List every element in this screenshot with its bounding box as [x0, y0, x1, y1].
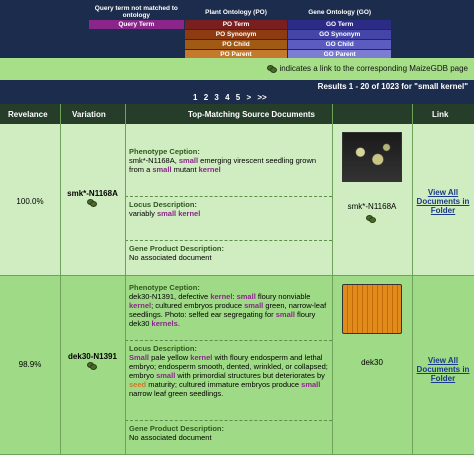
- maizegdb-link-icon[interactable]: [366, 215, 376, 223]
- legend-header-po: Plant Ontology (PO): [183, 4, 289, 20]
- phenotype-title: Phenotype Ception:: [129, 283, 200, 292]
- legend-go-term: GO Term: [287, 19, 392, 30]
- col-header-relevance: Revelance: [8, 110, 48, 119]
- thumbnail-cell: dek30: [332, 284, 412, 367]
- maizegdb-link-icon[interactable]: [86, 362, 97, 370]
- col-header-link: Link: [432, 110, 449, 119]
- legend-header-query: Query term not matched to ontology: [88, 4, 185, 20]
- relevance-value: 98.9%: [18, 360, 42, 369]
- page-2[interactable]: 2: [204, 93, 208, 102]
- col-header-variation: Variation: [72, 110, 106, 119]
- variation-label: smk*-N1168A: [67, 189, 118, 198]
- gene-product-title: Gene Product Description:: [129, 244, 225, 253]
- column-divider: [60, 104, 61, 455]
- variation-label: dek30-N1391: [68, 352, 117, 361]
- legend-table: Query term not matched to ontology Plant…: [88, 4, 392, 60]
- legend-po-synonym: PO Synonym: [183, 29, 289, 40]
- view-all-documents-link[interactable]: View All Documents in Folder: [412, 356, 474, 383]
- legend-go-child: GO Child: [287, 39, 392, 50]
- page-4[interactable]: 4: [225, 93, 229, 102]
- results-table-header: Revelance Variation Top-Matching Source …: [0, 104, 474, 124]
- maizegdb-link-icon[interactable]: [86, 199, 97, 207]
- column-divider: [332, 104, 333, 455]
- locus-title: Locus Description:: [129, 344, 197, 353]
- corn-ear-photo[interactable]: [342, 284, 402, 334]
- link-cell: View All Documents in Folder: [412, 356, 474, 383]
- source-documents: Phenotype Ception: dek30-N1391, defectiv…: [125, 276, 332, 455]
- view-all-documents-link[interactable]: View All Documents in Folder: [412, 188, 474, 215]
- legend-query-term: Query Term: [88, 19, 185, 30]
- legend-po-child: PO Child: [183, 39, 289, 50]
- source-documents: Phenotype Ception: smk*-N1168A, small em…: [125, 124, 332, 276]
- thumbnail-cell: smk*-N1168A: [332, 132, 412, 223]
- seedling-photo[interactable]: [342, 132, 402, 182]
- gene-product-section: Gene Product Description: No associated …: [125, 420, 332, 455]
- legend-go-synonym: GO Synonym: [287, 29, 392, 40]
- phenotype-title: Phenotype Ception:: [129, 147, 200, 156]
- variation-name: smk*-N1168A: [60, 189, 125, 207]
- gene-product-text: No associated document: [129, 253, 212, 262]
- phenotype-section: Phenotype Ception: dek30-N1391, defectiv…: [125, 280, 332, 338]
- gene-product-section: Gene Product Description: No associated …: [125, 240, 332, 276]
- results-bar: Results 1 - 20 of 1023 for "small kernel…: [0, 80, 474, 104]
- link-cell: View All Documents in Folder: [412, 188, 474, 215]
- page-5[interactable]: 5: [236, 93, 240, 102]
- legend-empty-cell: [88, 29, 185, 40]
- legend-empty-cell: [88, 39, 185, 50]
- column-divider: [412, 104, 413, 455]
- maizegdb-link-icon: [267, 65, 278, 73]
- variation-name: dek30-N1391: [60, 352, 125, 370]
- legend-po-term: PO Term: [183, 19, 289, 30]
- locus-title: Locus Description:: [129, 200, 197, 209]
- locus-section: Locus Description: variably small kernel: [125, 196, 332, 240]
- col-header-documents: Top-Matching Source Documents: [188, 110, 315, 119]
- phenotype-section: Phenotype Ception: smk*-N1168A, small em…: [125, 144, 332, 192]
- page-next[interactable]: >: [246, 93, 251, 102]
- relevance-value: 100.0%: [16, 197, 44, 206]
- info-text: indicates a link to the corresponding Ma…: [279, 64, 468, 73]
- thumbnail-label: smk*-N1168A: [347, 202, 397, 211]
- locus-text: Small pale yellow kernel with floury end…: [129, 353, 328, 398]
- page-3[interactable]: 3: [214, 93, 218, 102]
- results-count: Results 1 - 20 of 1023 for "small kernel…: [317, 82, 468, 91]
- table-row: 98.9% dek30-N1391 Phenotype Ception: dek…: [0, 276, 474, 455]
- legend-header-go: Gene Ontology (GO): [287, 4, 392, 20]
- table-row: 100.0% smk*-N1168A Phenotype Ception: sm…: [0, 124, 474, 276]
- gene-product-title: Gene Product Description:: [129, 424, 225, 433]
- locus-text: variably small kernel: [129, 209, 201, 218]
- ontology-legend: Query term not matched to ontology Plant…: [0, 0, 474, 60]
- info-bar: indicates a link to the corresponding Ma…: [0, 58, 474, 80]
- pagination: 1 2 3 4 5 > >>: [193, 93, 271, 102]
- thumbnail-label: dek30: [361, 358, 383, 367]
- column-divider: [125, 104, 126, 455]
- page-last[interactable]: >>: [257, 93, 266, 102]
- locus-section: Locus Description: Small pale yellow ker…: [125, 340, 332, 420]
- page-1[interactable]: 1: [193, 93, 197, 102]
- gene-product-text: No associated document: [129, 433, 212, 442]
- phenotype-text: smk*-N1168A, small emerging virescent se…: [129, 156, 317, 174]
- phenotype-text: dek30-N1391, defective kernel: small flo…: [129, 292, 327, 328]
